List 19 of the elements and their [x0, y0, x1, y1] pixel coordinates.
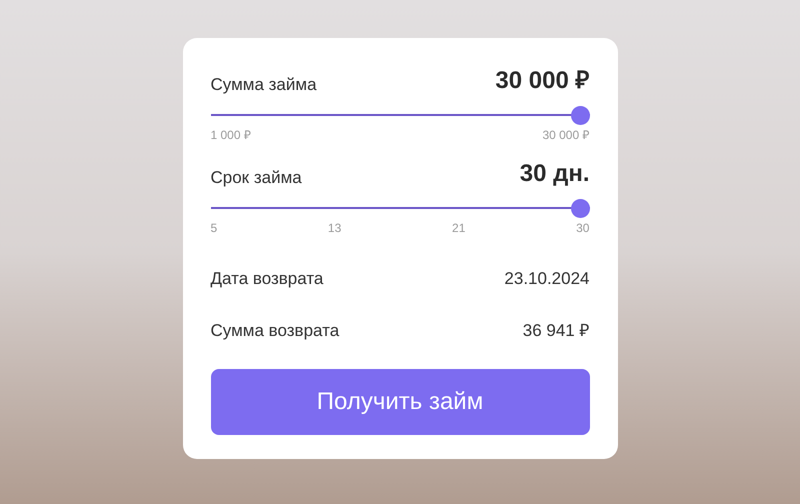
slider-thumb[interactable] — [570, 106, 590, 124]
slider-track[interactable] — [210, 198, 590, 218]
slider-thumb[interactable] — [570, 198, 590, 218]
slider-value: 30 000 ₽ — [495, 66, 590, 96]
slider-value: 30 дн. — [520, 159, 590, 189]
summary-value: 36 941 ₽ — [522, 320, 590, 342]
tick-label: 1 000 ₽ — [210, 127, 251, 144]
tick-label: 30 000 ₽ — [542, 127, 590, 144]
tick-label: 5 — [210, 220, 218, 237]
slider-label: Сумма займа — [210, 74, 317, 96]
tick-label: 13 — [328, 220, 342, 237]
slider-label: Срок займа — [210, 166, 302, 188]
tick-label: 21 — [452, 220, 466, 237]
summary-label: Дата возврата — [210, 268, 324, 290]
get-loan-button[interactable]: Получить займ — [210, 369, 590, 435]
slider-track[interactable] — [210, 105, 590, 125]
tick-label: 30 — [576, 220, 590, 237]
summary-value: 23.10.2024 — [504, 268, 590, 290]
summary-label: Сумма возврата — [210, 320, 340, 342]
